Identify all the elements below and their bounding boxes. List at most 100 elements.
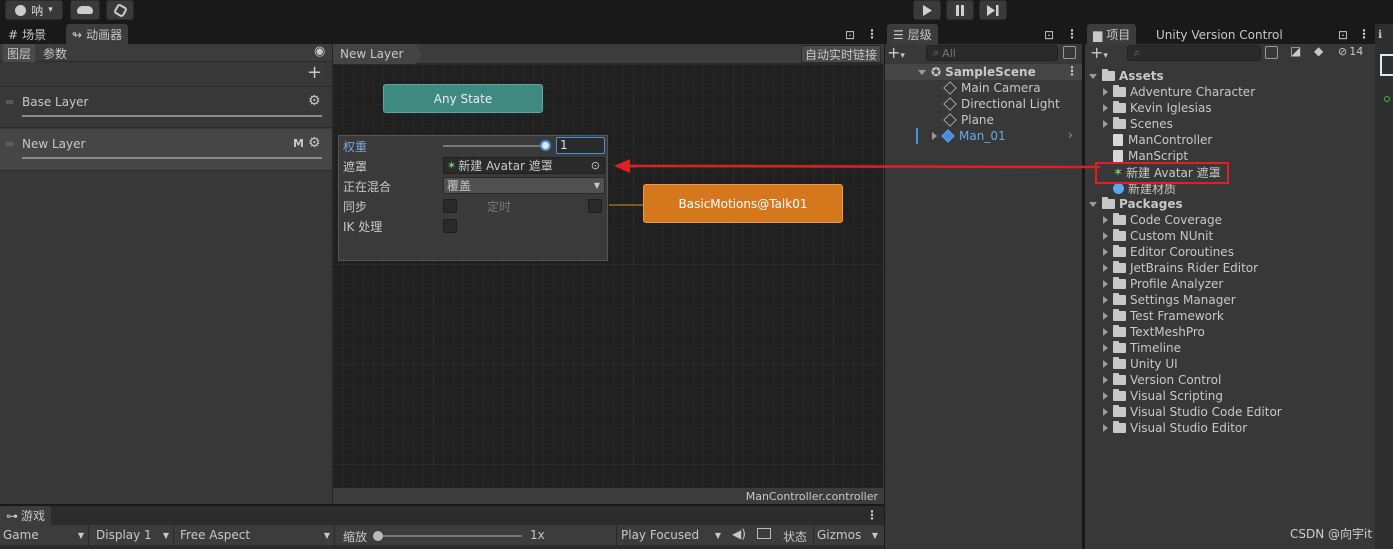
stats-button[interactable]: 状态	[783, 528, 807, 545]
weight-slider[interactable]	[443, 145, 547, 147]
filter-by-type-icon[interactable]: ◪	[1290, 44, 1301, 58]
expand-icon[interactable]	[1103, 280, 1108, 288]
project-root-packages[interactable]: Packages	[1085, 196, 1375, 212]
scene-menu-icon[interactable]: ⋮	[1066, 64, 1078, 78]
ik-pass-checkbox[interactable]	[443, 219, 457, 233]
more-menu-icon[interactable]: ⋮	[1066, 27, 1078, 41]
auto-live-link-button[interactable]: 自动实时链接	[801, 45, 882, 63]
drag-handle-icon[interactable]: ═	[6, 137, 13, 151]
weight-slider-thumb[interactable]	[540, 140, 551, 151]
expand-icon[interactable]	[1089, 201, 1097, 207]
breadcrumb[interactable]: New Layer	[333, 44, 423, 64]
expand-icon[interactable]	[932, 132, 937, 140]
gizmos-dropdown[interactable]: Gizmos ▼	[813, 525, 881, 545]
hierarchy-item-prefab[interactable]: Man_01	[932, 128, 1006, 144]
package-item[interactable]: Test Framework	[1085, 308, 1375, 324]
expand-icon[interactable]	[1103, 232, 1108, 240]
layer-item-new[interactable]: ═ New Layer M ⚙	[0, 129, 332, 171]
display-dropdown[interactable]: Display 1 ▼	[96, 525, 174, 545]
more-menu-icon[interactable]: ⋮	[866, 27, 878, 41]
package-item[interactable]: Visual Studio Code Editor	[1085, 404, 1375, 420]
hierarchy-search-input[interactable]: ⌕ All	[926, 45, 1058, 61]
expand-icon[interactable]	[1103, 360, 1108, 368]
hierarchy-item[interactable]: Plane	[943, 112, 994, 128]
object-picker-icon[interactable]: ⊙	[591, 159, 600, 172]
create-button[interactable]: +▾	[887, 45, 905, 64]
account-dropdown[interactable]: 呐 ▾	[5, 0, 63, 20]
package-item[interactable]: Unity UI	[1085, 356, 1375, 372]
play-button[interactable]	[913, 0, 941, 20]
project-item[interactable]: Adventure Character	[1085, 84, 1375, 100]
package-item[interactable]: JetBrains Rider Editor	[1085, 260, 1375, 276]
hierarchy-item[interactable]: Directional Light	[943, 96, 1060, 112]
package-item[interactable]: Visual Studio Editor	[1085, 420, 1375, 436]
keyboard-icon[interactable]	[757, 528, 771, 539]
tab-scene[interactable]: # 场景	[2, 24, 52, 45]
hierarchy-item[interactable]: Main Camera	[943, 80, 1041, 96]
expand-icon[interactable]	[1103, 248, 1108, 256]
pause-button[interactable]	[946, 0, 974, 20]
expand-icon[interactable]	[1103, 408, 1108, 416]
project-item[interactable]: ManController	[1085, 132, 1375, 148]
search-by-type-icon[interactable]	[1265, 46, 1278, 59]
expand-icon[interactable]	[1103, 88, 1108, 96]
audio-icon[interactable]: ◀)	[732, 527, 746, 541]
expand-icon[interactable]	[1103, 216, 1108, 224]
package-item[interactable]: Code Coverage	[1085, 212, 1375, 228]
expand-icon[interactable]	[1103, 296, 1108, 304]
scene-item[interactable]: ✪ SampleScene	[918, 64, 1036, 80]
expand-icon[interactable]	[1103, 120, 1108, 128]
lock-icon[interactable]: ⊡	[845, 28, 855, 42]
timing-checkbox[interactable]	[588, 199, 602, 213]
package-item[interactable]: Timeline	[1085, 340, 1375, 356]
animator-graph[interactable]	[333, 64, 883, 488]
collab-button[interactable]	[106, 0, 134, 20]
play-focused-dropdown[interactable]: Play Focused ▼	[616, 525, 724, 545]
package-item[interactable]: Profile Analyzer	[1085, 276, 1375, 292]
step-button[interactable]	[979, 0, 1007, 20]
label-icon[interactable]: ◆	[1314, 44, 1323, 58]
hidden-packages-toggle[interactable]: ⊘ 14	[1338, 45, 1363, 58]
package-item[interactable]: Visual Scripting	[1085, 388, 1375, 404]
project-item[interactable]: Scenes	[1085, 116, 1375, 132]
expand-icon[interactable]	[1103, 104, 1108, 112]
expand-icon[interactable]	[1103, 424, 1108, 432]
motion-state-node[interactable]: BasicMotions@Talk01	[643, 184, 843, 223]
mask-field[interactable]: ✶ 新建 Avatar 遮罩 ⊙	[443, 157, 605, 174]
tab-animator[interactable]: ↬ 动画器	[66, 24, 129, 45]
sync-checkbox[interactable]	[443, 199, 457, 213]
lock-icon[interactable]: ⊡	[1044, 28, 1054, 42]
any-state-node[interactable]: Any State	[383, 84, 543, 113]
add-layer-icon[interactable]: +	[307, 62, 322, 84]
create-asset-button[interactable]: +▾	[1090, 45, 1108, 64]
package-item[interactable]: Settings Manager	[1085, 292, 1375, 308]
package-item[interactable]: Version Control	[1085, 372, 1375, 388]
search-by-type-icon[interactable]	[1063, 46, 1076, 59]
chevron-right-icon[interactable]: ›	[1068, 128, 1073, 142]
blending-dropdown[interactable]: 覆盖 ▼	[443, 177, 605, 194]
project-item[interactable]: Kevin Iglesias	[1085, 100, 1375, 116]
tab-version-control[interactable]: Unity Version Control	[1150, 24, 1289, 45]
tab-layers[interactable]: 图层	[3, 44, 36, 62]
game-mode-dropdown[interactable]: Game ▼	[3, 525, 89, 545]
expand-icon[interactable]	[1103, 392, 1108, 400]
project-search-input[interactable]: ⌕	[1127, 45, 1261, 61]
expand-icon[interactable]	[1103, 328, 1108, 336]
scale-slider-thumb[interactable]	[373, 531, 383, 541]
lock-icon[interactable]: ⊡	[1338, 28, 1348, 42]
more-menu-icon[interactable]: ⋮	[1358, 27, 1370, 41]
tab-project[interactable]: ▆ 项目	[1087, 24, 1137, 45]
eye-icon[interactable]: ◉	[314, 44, 325, 59]
package-item[interactable]: Custom NUnit	[1085, 228, 1375, 244]
package-item[interactable]: TextMeshPro	[1085, 324, 1375, 340]
layer-item-base[interactable]: ═ Base Layer ⚙	[0, 86, 332, 128]
tab-parameters[interactable]: 参数	[40, 44, 70, 62]
expand-icon[interactable]	[1103, 312, 1108, 320]
gear-icon[interactable]: ⚙	[308, 135, 321, 151]
aspect-dropdown[interactable]: Free Aspect ▼	[180, 525, 335, 545]
scale-slider[interactable]	[377, 535, 522, 537]
expand-icon[interactable]	[1103, 376, 1108, 384]
more-menu-icon[interactable]: ⋮	[866, 508, 878, 522]
weight-input[interactable]: 1	[556, 137, 605, 154]
expand-icon[interactable]	[1089, 73, 1097, 79]
